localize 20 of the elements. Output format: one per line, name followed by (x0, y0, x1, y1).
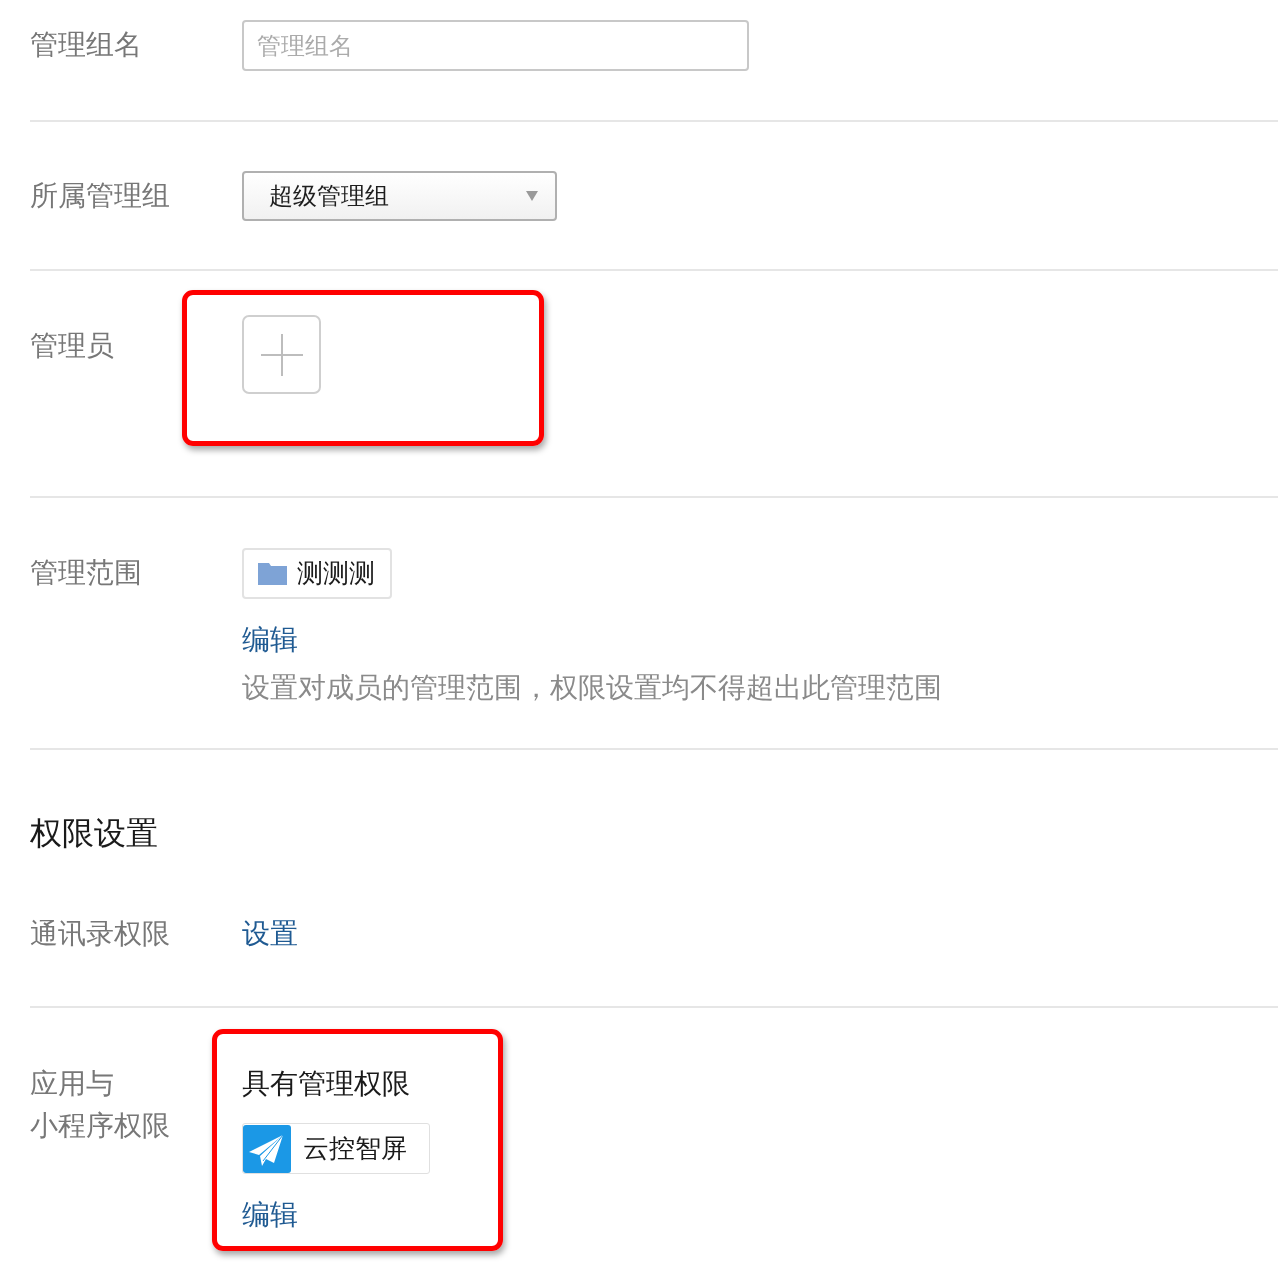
hint-text: 设置对成员的管理范围，权限设置均不得超出此管理范围 (242, 670, 942, 706)
group-select[interactable]: 超级管理组 (242, 171, 557, 221)
field-label: 管理组名 (30, 27, 143, 63)
field-label: 应用与 小程序权限 (30, 1066, 171, 1144)
tag-label: 测测测 (297, 557, 375, 590)
plus-icon (260, 333, 303, 376)
field-label: 管理员 (30, 328, 115, 364)
field-label: 所属管理组 (30, 178, 171, 214)
folder-icon (258, 562, 287, 585)
field-label: 管理范围 (30, 555, 143, 591)
name-input[interactable]: 管理组名 (242, 20, 749, 71)
section-heading: 权限设置 (30, 813, 158, 853)
add-button[interactable] (242, 315, 321, 394)
field-label: 通讯录权限 (30, 916, 171, 952)
app-name: 云控智屏 (303, 1132, 407, 1165)
edit-link[interactable]: 编辑 (242, 1196, 298, 1234)
settings-link[interactable]: 设置 (242, 909, 298, 959)
edit-link[interactable]: 编辑 (242, 621, 298, 659)
subtitle-text: 具有管理权限 (242, 1066, 410, 1102)
caret-icon (526, 191, 538, 201)
